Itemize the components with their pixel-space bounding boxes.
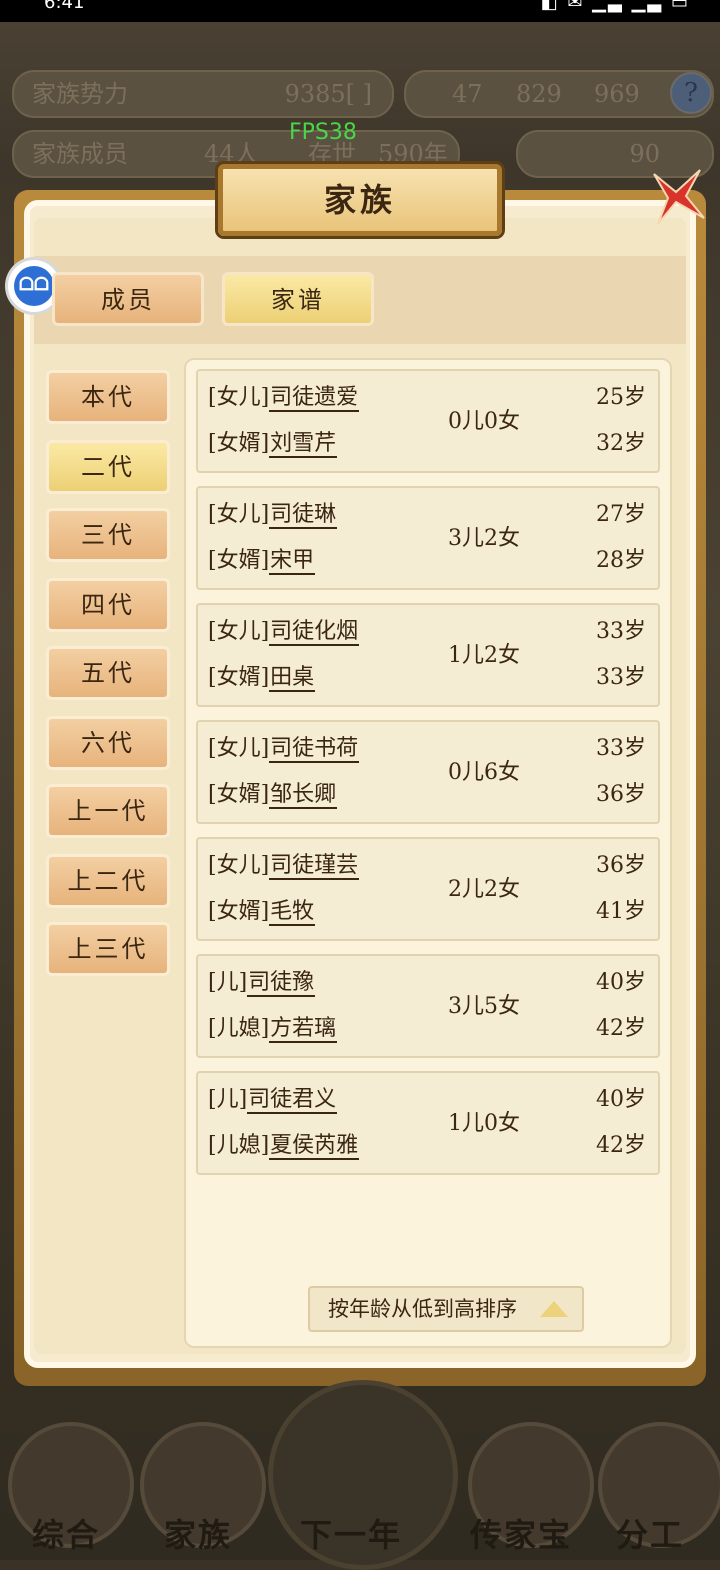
- relation-label: [儿媳]: [208, 1016, 270, 1041]
- spouse-age: 28岁: [596, 548, 646, 573]
- relation-label: [儿]: [208, 1087, 248, 1112]
- assist-icon: ᗝᗝ: [14, 266, 54, 306]
- member-name[interactable]: 司徒瑾芸: [269, 853, 360, 880]
- spouse-age: 36岁: [596, 782, 646, 807]
- spouse-age: 42岁: [596, 1016, 646, 1041]
- generation-button-prev-1[interactable]: 上一代: [46, 784, 170, 838]
- spouse-name[interactable]: 田桌: [269, 665, 316, 692]
- relation-label: [儿媳]: [208, 1133, 270, 1158]
- spouse-age: 33岁: [596, 665, 646, 690]
- generation-button-6[interactable]: 六代: [46, 716, 170, 770]
- close-icon[interactable]: [646, 168, 706, 228]
- clan-power-value: 9385[ ]: [284, 80, 372, 108]
- nav-overview-label: 综合: [32, 1516, 101, 1554]
- member-age: 40岁: [596, 1087, 646, 1112]
- status-bar: 6:41 ◧ ✉ ▁▃ ▁▃ ▭: [0, 0, 720, 22]
- member-age: 25岁: [596, 385, 646, 410]
- couple-card[interactable]: [女儿]司徒琳 [女婿]宋甲 3儿2女 27岁 28岁: [196, 486, 660, 590]
- resource-bar: 47 829 969: [404, 70, 714, 118]
- clan-power-label: 家族势力: [32, 80, 128, 108]
- spouse-name[interactable]: 方若璃: [269, 1016, 338, 1043]
- dialog-title-plate: 家族: [218, 164, 502, 236]
- generation-button-2[interactable]: 二代: [46, 440, 170, 494]
- member-age: 33岁: [596, 736, 646, 761]
- fps-counter: FPS38: [289, 120, 357, 145]
- help-icon[interactable]: ?: [670, 72, 712, 114]
- couple-card[interactable]: [儿]司徒君义 [儿媳]夏侯芮雅 1儿0女 40岁 42岁: [196, 1071, 660, 1175]
- resource-gold-bars: 47: [452, 80, 483, 108]
- nav-family-label: 家族: [164, 1516, 233, 1554]
- relation-label: [女儿]: [208, 853, 270, 878]
- relation-label: [女儿]: [208, 736, 270, 761]
- spouse-name[interactable]: 刘雪芹: [269, 431, 338, 458]
- generation-button-prev-3[interactable]: 上三代: [46, 922, 170, 976]
- clan-power-bar: 家族势力 9385[ ]: [12, 70, 394, 118]
- sort-by-age-button[interactable]: 按年龄从低到高排序: [308, 1286, 584, 1332]
- spouse-name[interactable]: 邹长卿: [269, 782, 338, 809]
- generation-button-current[interactable]: 本代: [46, 370, 170, 424]
- relation-label: [女婿]: [208, 548, 270, 573]
- children-count: 0儿6女: [448, 760, 520, 785]
- resource-coins: 969: [594, 80, 640, 108]
- couple-card[interactable]: [儿]司徒豫 [儿媳]方若璃 3儿5女 40岁 42岁: [196, 954, 660, 1058]
- nav-division-label: 分工: [616, 1516, 685, 1554]
- relation-label: [女婿]: [208, 782, 270, 807]
- generation-button-3[interactable]: 三代: [46, 508, 170, 562]
- member-name[interactable]: 司徒遗爱: [269, 385, 360, 412]
- generation-button-5[interactable]: 五代: [46, 646, 170, 700]
- relation-label: [女婿]: [208, 899, 270, 924]
- relation-label: [女儿]: [208, 385, 270, 410]
- members-label: 家族成员: [32, 140, 128, 168]
- couple-card[interactable]: [女儿]司徒遗爱 [女婿]刘雪芹 0儿0女 25岁 32岁: [196, 369, 660, 473]
- relation-label: [女儿]: [208, 502, 270, 527]
- sort-label: 按年龄从低到高排序: [328, 1297, 517, 1321]
- member-age: 36岁: [596, 853, 646, 878]
- member-age: 33岁: [596, 619, 646, 644]
- member-age: 27岁: [596, 502, 646, 527]
- spouse-age: 32岁: [596, 431, 646, 456]
- children-count: 1儿0女: [448, 1111, 520, 1136]
- generation-button-prev-2[interactable]: 上二代: [46, 854, 170, 908]
- member-name[interactable]: 司徒君义: [247, 1087, 338, 1114]
- dialog-title: 家族: [323, 181, 396, 219]
- children-count: 1儿2女: [448, 643, 520, 668]
- spouse-name[interactable]: 宋甲: [269, 548, 316, 575]
- relation-label: [女婿]: [208, 665, 270, 690]
- couple-card[interactable]: [女儿]司徒书荷 [女婿]邹长卿 0儿6女 33岁 36岁: [196, 720, 660, 824]
- children-count: 3儿2女: [448, 526, 520, 551]
- spouse-age: 41岁: [596, 899, 646, 924]
- children-count: 3儿5女: [448, 994, 520, 1019]
- spouse-age: 42岁: [596, 1133, 646, 1158]
- spouse-name[interactable]: 毛牧: [269, 899, 316, 926]
- children-count: 2儿2女: [448, 877, 520, 902]
- nav-next-year-label: 下一年: [300, 1516, 403, 1554]
- resource-silver: 829: [516, 80, 562, 108]
- sort-ascending-icon: [540, 1301, 568, 1317]
- member-name[interactable]: 司徒豫: [247, 970, 316, 997]
- children-count: 0儿0女: [448, 409, 520, 434]
- relation-label: [女儿]: [208, 619, 270, 644]
- status-time: 6:41: [44, 0, 85, 13]
- member-name[interactable]: 司徒书荷: [269, 736, 360, 763]
- member-name[interactable]: 司徒琳: [269, 502, 338, 529]
- couple-card[interactable]: [女儿]司徒化烟 [女婿]田桌 1儿2女 33岁 33岁: [196, 603, 660, 707]
- tab-family-tree[interactable]: 家谱: [222, 272, 374, 326]
- nav-heirloom-label: 传家宝: [470, 1516, 573, 1554]
- spouse-name[interactable]: 夏侯芮雅: [269, 1133, 360, 1160]
- relation-label: [女婿]: [208, 431, 270, 456]
- tab-members[interactable]: 成员: [52, 272, 204, 326]
- member-age: 40岁: [596, 970, 646, 995]
- member-name[interactable]: 司徒化烟: [269, 619, 360, 646]
- relation-label: [儿]: [208, 970, 248, 995]
- couple-card[interactable]: [女儿]司徒瑾芸 [女婿]毛牧 2儿2女 36岁 41岁: [196, 837, 660, 941]
- status-icons: ◧ ✉ ▁▃ ▁▃ ▭: [540, 0, 690, 13]
- generation-button-4[interactable]: 四代: [46, 578, 170, 632]
